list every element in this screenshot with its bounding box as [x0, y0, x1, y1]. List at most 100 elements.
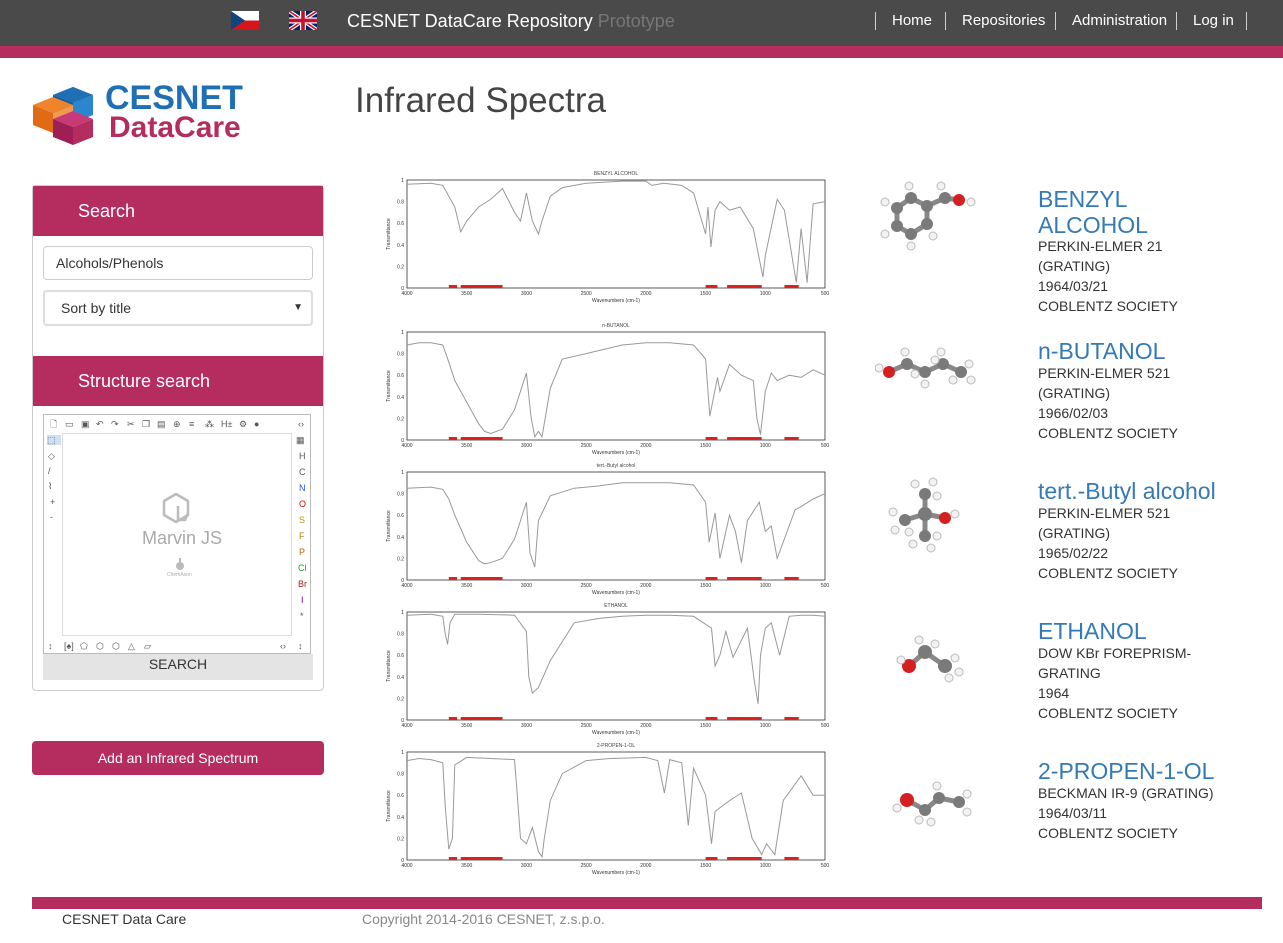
x-axis-label: Wavenumbers (cm-1)	[592, 450, 640, 456]
paste-icon[interactable]: ▤	[157, 419, 166, 429]
result-item: 2-PROPEN-1-OL 4000 3500 3000 2500 2000 1500 100…	[385, 740, 1265, 880]
save-icon[interactable]: ▣	[81, 419, 90, 429]
y-axis-label: Transmittance	[386, 790, 392, 822]
atom-map-icon[interactable]: ⁂	[205, 419, 214, 429]
cesnet-datacare-logo[interactable]: CESNET DataCare	[31, 79, 281, 149]
logo-line2: DataCare	[109, 111, 241, 144]
y-tick-label: 0.2	[397, 264, 404, 270]
periodic-table-icon[interactable]: ▦	[296, 435, 305, 445]
x-tick-label: 1000	[760, 291, 771, 297]
element-o[interactable]: O	[299, 499, 306, 509]
x-tick-label: 1000	[760, 583, 771, 589]
settings-icon[interactable]: ⚙	[239, 419, 247, 429]
plot-frame	[406, 611, 826, 721]
result-meta: DOW KBr FOREPRISM- GRATING 1964 COBLENTZ…	[1038, 643, 1191, 723]
element-s[interactable]: S	[299, 515, 305, 525]
result-date: 1966/02/03	[1038, 405, 1109, 421]
cyclohexane-icon[interactable]: ⬡	[112, 641, 120, 651]
template-icon[interactable]: [♠]	[64, 641, 74, 651]
add-spectrum-button[interactable]: Add an Infrared Spectrum	[32, 741, 324, 775]
result-title[interactable]: ETHANOL	[1038, 618, 1147, 644]
spectrum-chart[interactable]: n-BUTANOL4000 3500 3000 2500 2000 1500 1000 500…	[385, 320, 830, 460]
nav-log-in[interactable]: Log in	[1176, 12, 1234, 30]
element-any[interactable]: *	[300, 611, 304, 621]
nav-home[interactable]: Home	[875, 12, 932, 30]
result-instrument: PERKIN-ELMER 521	[1038, 505, 1171, 521]
charge-minus-icon[interactable]: -	[50, 512, 53, 522]
marvin-subtitle: ChemAxon	[167, 572, 192, 578]
search-input[interactable]	[43, 246, 313, 280]
spectrum-line	[406, 342, 826, 439]
result-instrument-type: (GRATING)	[1038, 258, 1111, 274]
x-tick-label: 3500	[461, 291, 472, 297]
nav-administration[interactable]: Administration	[1055, 12, 1167, 30]
footer-copyright: Copyright 2014-2016 CESNET, z.s.p.o.	[362, 911, 605, 927]
element-p[interactable]: P	[299, 547, 305, 557]
element-f[interactable]: F	[299, 531, 305, 541]
spectrum-chart[interactable]: BENZYL ALCOHOL4000 3500 3000 2500 2000 1500 10…	[385, 168, 830, 308]
chain-icon[interactable]: ⌇	[48, 481, 52, 491]
copy-icon[interactable]: ❐	[142, 419, 150, 429]
x-tick-label: 2500	[581, 583, 592, 589]
plot-frame	[406, 331, 826, 441]
result-title-line: BENZYL	[1038, 186, 1128, 212]
x-tick-label: 2500	[581, 723, 592, 729]
clean-2d-icon[interactable]: ≡	[189, 419, 194, 429]
spectrum-chart[interactable]: tert.-Butyl alcohol4000 3500 3000 2500 2000 1…	[385, 460, 830, 600]
open-file-icon[interactable]: ▭	[65, 419, 74, 429]
bond-icon[interactable]: /	[48, 466, 51, 476]
bottom-scroll-icon[interactable]: ‹›	[280, 641, 286, 651]
info-icon[interactable]: ●	[254, 419, 259, 429]
structure-search-button[interactable]: SEARCH	[43, 654, 313, 680]
marvin-canvas[interactable]: Marvin JS ChemAxon	[62, 433, 292, 636]
element-cl[interactable]: Cl	[298, 563, 307, 573]
marvin-js-editor[interactable]: 🗋 ▭ ▣ ↶ ↷ ✂ ❐ ▤ ⊕ ≡ ⁂ H± ⚙ ● ‹› ⬚ ◇ / ⌇ …	[43, 414, 311, 654]
result-title[interactable]: n-BUTANOL	[1038, 338, 1165, 364]
nav-repositories[interactable]: Repositories	[945, 12, 1045, 30]
y-axis-label: Transmittance	[386, 510, 392, 542]
sidebar-panel: Search Sort by title ▼ Structure search …	[32, 185, 324, 691]
y-tick-label: 0.2	[397, 836, 404, 842]
y-tick-label: 0.8	[397, 200, 404, 206]
toolbar-scroll-icon[interactable]: ‹›	[298, 419, 304, 429]
zoom-icon[interactable]: ⊕	[173, 419, 181, 429]
undo-icon[interactable]: ↶	[96, 419, 104, 429]
y-tick-label: 0.4	[397, 815, 404, 821]
cut-icon[interactable]: ✂	[127, 419, 135, 429]
x-axis-label: Wavenumbers (cm-1)	[592, 730, 640, 736]
element-h[interactable]: H	[299, 451, 306, 461]
select-icon[interactable]: ⬚	[47, 435, 61, 445]
y-tick-label: 0.6	[397, 793, 404, 799]
result-title[interactable]: 2-PROPEN-1-OL	[1038, 758, 1214, 784]
y-tick-label: 0.4	[397, 395, 404, 401]
uk-flag-icon[interactable]	[289, 11, 317, 30]
spectrum-chart[interactable]: ETHANOL4000 3500 3000 2500 2000 1500 1000 50000…	[385, 600, 830, 740]
czech-flag-icon[interactable]	[231, 11, 259, 30]
x-tick-label: 2000	[640, 443, 651, 449]
element-n[interactable]: N	[299, 483, 306, 493]
right-scroll-icon[interactable]: ↕	[298, 641, 303, 651]
sort-select[interactable]: Sort by title ▼	[43, 290, 313, 326]
spectrum-chart[interactable]: 2-PROPEN-1-OL4000 3500 3000 2500 2000 1500 100…	[385, 740, 830, 880]
charge-plus-icon[interactable]: +	[50, 497, 55, 507]
element-br[interactable]: Br	[298, 579, 307, 589]
brand-title[interactable]: CESNET DataCare Repository Prototype	[347, 11, 675, 32]
chart-title: 2-PROPEN-1-OL	[597, 743, 636, 749]
triangle-ring-icon[interactable]: △	[128, 641, 135, 651]
element-i[interactable]: I	[301, 595, 304, 605]
scroll-vertical-icon[interactable]: ↕	[48, 641, 53, 651]
result-title-line: 2-PROPEN-1-OL	[1038, 758, 1215, 784]
cyclopropane-icon[interactable]: ⬠	[80, 641, 88, 651]
y-tick-label: 0	[401, 286, 404, 292]
erase-icon[interactable]: ◇	[48, 451, 55, 461]
result-title[interactable]: BENZYL ALCOHOL	[1038, 186, 1148, 238]
new-document-icon[interactable]: 🗋	[50, 419, 57, 429]
y-tick-label: 0.8	[397, 772, 404, 778]
result-title[interactable]: tert.-Butyl alcohol	[1038, 478, 1216, 504]
redo-icon[interactable]: ↷	[111, 419, 119, 429]
hydrogens-icon[interactable]: H±	[221, 419, 232, 429]
element-c[interactable]: C	[299, 467, 306, 477]
result-source: COBLENTZ SOCIETY	[1038, 565, 1179, 581]
benzene-icon[interactable]: ⬡	[96, 641, 104, 651]
chain-template-icon[interactable]: ▱	[144, 641, 151, 651]
